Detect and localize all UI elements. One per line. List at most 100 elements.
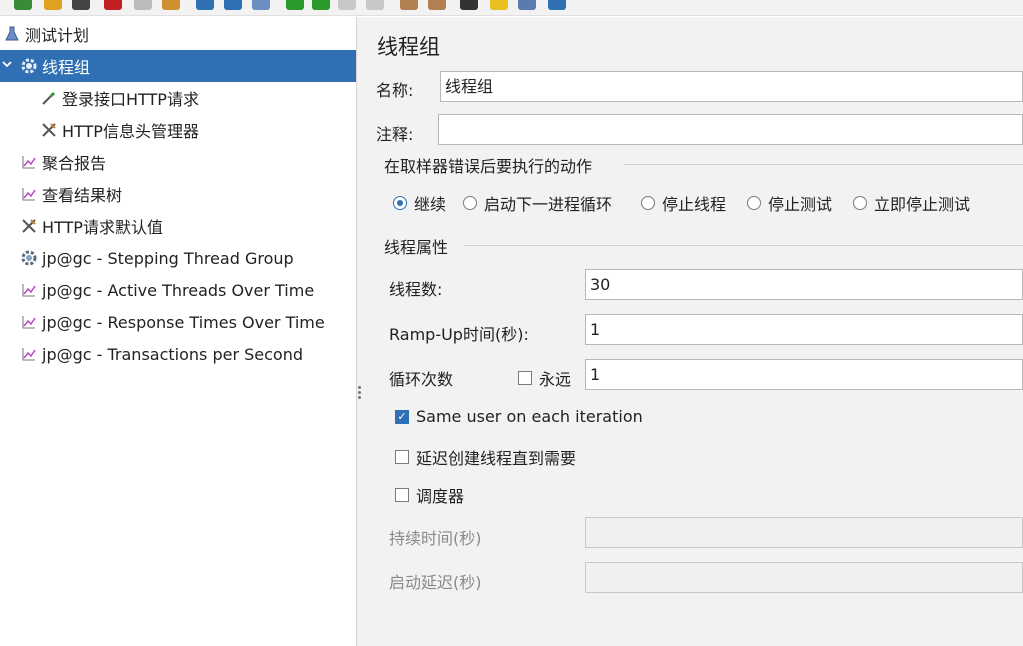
toolbar-icon[interactable] xyxy=(460,0,478,10)
tree-item-label: 线程组 xyxy=(42,58,91,77)
chart-icon xyxy=(20,313,38,331)
toolbar-icon[interactable] xyxy=(44,0,62,10)
chart-icon xyxy=(20,281,38,299)
tree-item-label: jp@gc - Stepping Thread Group xyxy=(42,248,294,268)
tree-item-label: HTTP信息头管理器 xyxy=(62,122,199,141)
duration-label: 持续时间(秒) xyxy=(389,529,482,548)
name-input[interactable]: 线程组 xyxy=(440,71,1023,102)
splitter-grip-icon[interactable] xyxy=(358,386,362,402)
comment-input[interactable] xyxy=(438,114,1023,145)
tree-item-view-results-tree[interactable]: 查看结果树 xyxy=(0,178,356,210)
toolbar-icon[interactable] xyxy=(72,0,90,10)
tree-item-label: 查看结果树 xyxy=(42,186,123,205)
toolbar-icon[interactable] xyxy=(338,0,356,10)
wrench-icon xyxy=(40,121,58,139)
tree-item-label: 登录接口HTTP请求 xyxy=(62,90,199,109)
chart-icon xyxy=(20,345,38,363)
tree-item-label: 聚合报告 xyxy=(42,154,107,173)
delay-label: 延迟创建线程直到需要 xyxy=(416,449,577,468)
rampup-input[interactable]: 1 xyxy=(585,314,1023,345)
radio-stop-thread[interactable]: 停止线程 xyxy=(641,191,726,215)
toolbar-icon[interactable] xyxy=(14,0,32,10)
error-action-title: 在取样器错误后要执行的动作 xyxy=(384,157,593,176)
tree-item-http-defaults[interactable]: HTTP请求默认值 xyxy=(0,210,356,242)
tree-item-label: HTTP请求默认值 xyxy=(42,218,163,237)
toolbar-icon[interactable] xyxy=(400,0,418,10)
tree-item-http-request[interactable]: 登录接口HTTP请求 xyxy=(0,82,356,114)
startup-delay-label: 启动延迟(秒) xyxy=(389,573,482,592)
threads-label: 线程数: xyxy=(389,280,443,299)
toolbar-icon[interactable] xyxy=(548,0,566,10)
chart-icon xyxy=(20,185,38,203)
rampup-label: Ramp-Up时间(秒): xyxy=(389,325,529,344)
toolbar-icon[interactable] xyxy=(312,0,330,10)
loop-label: 循环次数 xyxy=(389,370,454,389)
flask-icon xyxy=(3,25,21,43)
radio-label: 启动下一进程循环 xyxy=(484,195,613,214)
toolbar-icon[interactable] xyxy=(162,0,180,10)
panel-title: 线程组 xyxy=(377,35,440,59)
tree-item-active-threads[interactable]: jp@gc - Active Threads Over Time xyxy=(0,274,356,306)
checkbox-icon xyxy=(518,371,532,385)
toolbar-icon[interactable] xyxy=(224,0,242,10)
toolbar-icon[interactable] xyxy=(196,0,214,10)
radio-stop-test[interactable]: 停止测试 xyxy=(747,191,832,215)
toolbar-icon[interactable] xyxy=(366,0,384,10)
thread-group-panel: 线程组 名称: 线程组 注释: 在取样器错误后要执行的动作 继续 启动下一进程循… xyxy=(366,17,1023,646)
radio-stop-test-now[interactable]: 立即停止测试 xyxy=(853,191,970,215)
gear-icon xyxy=(20,57,38,75)
tree-item-label: jp@gc - Transactions per Second xyxy=(42,344,303,364)
tree-item-label: jp@gc - Active Threads Over Time xyxy=(42,280,315,300)
tree-item-response-times[interactable]: jp@gc - Response Times Over Time xyxy=(0,306,356,338)
toolbar-icon[interactable] xyxy=(518,0,536,10)
scheduler-label: 调度器 xyxy=(416,487,465,506)
same-user-label: Same user on each iteration xyxy=(416,407,643,426)
group-divider xyxy=(624,164,1023,165)
loop-count-input[interactable]: 1 xyxy=(585,359,1023,390)
wrench-icon xyxy=(20,217,38,235)
tree-item-aggregate-report[interactable]: 聚合报告 xyxy=(0,146,356,178)
toolbar-icon[interactable] xyxy=(490,0,508,10)
tree-item-test-plan[interactable]: 测试计划 xyxy=(0,18,356,50)
checkbox-icon xyxy=(395,488,409,502)
forever-label: 永远 xyxy=(539,370,572,389)
chevron-down-icon[interactable] xyxy=(2,58,14,72)
toolbar xyxy=(0,0,1023,16)
toolbar-icon[interactable] xyxy=(286,0,304,10)
tree-item-thread-group[interactable]: 线程组 xyxy=(0,50,356,82)
tree-item-header-manager[interactable]: HTTP信息头管理器 xyxy=(0,114,356,146)
checkbox-icon xyxy=(395,450,409,464)
delay-thread-creation-checkbox[interactable]: 延迟创建线程直到需要 xyxy=(395,445,576,469)
duration-input[interactable] xyxy=(585,517,1023,548)
toolbar-icon[interactable] xyxy=(134,0,152,10)
toolbar-icon[interactable] xyxy=(428,0,446,10)
radio-start-next-loop[interactable]: 启动下一进程循环 xyxy=(463,191,612,215)
threads-input[interactable]: 30 xyxy=(585,269,1023,300)
radio-icon xyxy=(853,196,867,210)
radio-selected-icon xyxy=(393,196,407,210)
radio-icon xyxy=(747,196,761,210)
name-label: 名称: xyxy=(376,81,414,100)
scheduler-checkbox[interactable]: 调度器 xyxy=(395,483,464,507)
radio-icon xyxy=(641,196,655,210)
splitter[interactable] xyxy=(356,17,366,646)
checkbox-checked-icon: ✓ xyxy=(395,409,409,424)
radio-label: 停止线程 xyxy=(662,195,727,214)
tree-item-label: jp@gc - Response Times Over Time xyxy=(42,312,325,332)
toolbar-icon[interactable] xyxy=(104,0,122,10)
startup-delay-input[interactable] xyxy=(585,562,1023,593)
forever-checkbox[interactable]: 永远 xyxy=(518,366,571,390)
tree-item-stepping-thread-group[interactable]: jp@gc - Stepping Thread Group xyxy=(0,242,356,274)
pipette-icon xyxy=(40,89,58,107)
tree-item-transactions-per-second[interactable]: jp@gc - Transactions per Second xyxy=(0,338,356,370)
radio-label: 立即停止测试 xyxy=(874,195,971,214)
gear-icon xyxy=(20,249,38,267)
radio-continue[interactable]: 继续 xyxy=(393,191,446,215)
toolbar-icon[interactable] xyxy=(252,0,270,10)
comment-label: 注释: xyxy=(376,125,414,144)
chart-icon xyxy=(20,153,38,171)
radio-label: 继续 xyxy=(414,195,447,214)
same-user-checkbox[interactable]: ✓ Same user on each iteration xyxy=(395,407,643,426)
group-divider xyxy=(464,245,1023,246)
test-plan-tree: 测试计划 线程组 登录接口HTTP请求 HTTP信息头管理器 聚合报告 查看结果… xyxy=(0,17,356,646)
